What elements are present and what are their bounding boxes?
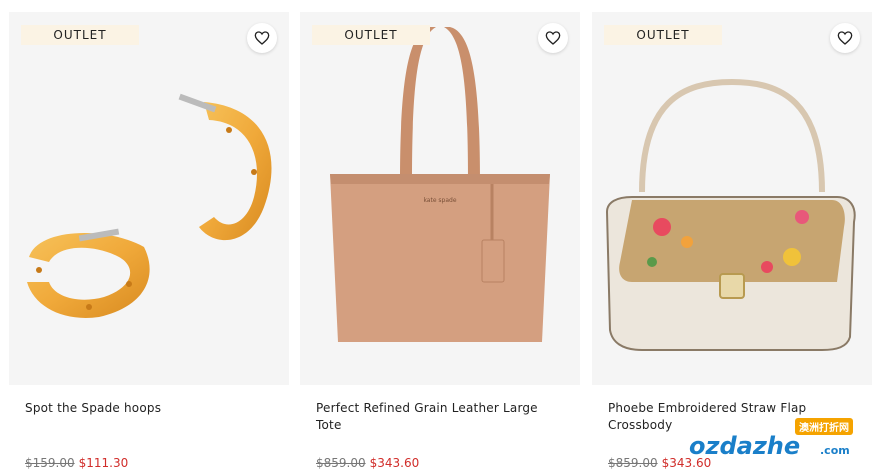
hoop-earrings-image: [27, 93, 272, 318]
watermark-brand: ozdazhe: [689, 432, 801, 460]
original-price: $159.00: [25, 456, 75, 470]
original-price: $859.00: [608, 456, 658, 470]
tote-bag-image: kate spade: [330, 27, 550, 342]
product-price: $159.00 $111.30: [25, 456, 128, 470]
watermark-tag: 澳洲打折网: [795, 418, 853, 435]
product-card[interactable]: kate spade OUTLET Perfect Refined Grain …: [300, 12, 580, 474]
product-image[interactable]: OUTLET: [9, 12, 289, 385]
product-name[interactable]: Spot the Spade hoops: [25, 400, 275, 417]
wishlist-heart-icon[interactable]: [247, 23, 277, 53]
product-name[interactable]: Perfect Refined Grain Leather Large Tote: [316, 400, 566, 434]
product-card[interactable]: OUTLET Phoebe Embroidered Straw Flap Cro…: [592, 12, 872, 474]
sale-price: $111.30: [78, 456, 129, 470]
svg-text:kate spade: kate spade: [423, 197, 456, 204]
product-image[interactable]: OUTLET: [592, 12, 872, 385]
sale-price: $343.60: [369, 456, 420, 470]
product-card[interactable]: OUTLET Spot the Spade hoops $159.00 $111.…: [9, 12, 289, 474]
outlet-badge: OUTLET: [21, 25, 139, 45]
original-price: $859.00: [316, 456, 366, 470]
watermark-domain: .com: [820, 444, 850, 457]
watermark-logo: 澳洲打折网 ozdazhe .com: [689, 418, 859, 466]
product-price: $859.00 $343.60: [316, 456, 419, 470]
wishlist-heart-icon[interactable]: [830, 23, 860, 53]
wishlist-heart-icon[interactable]: [538, 23, 568, 53]
product-image[interactable]: kate spade OUTLET: [300, 12, 580, 385]
outlet-badge: OUTLET: [604, 25, 722, 45]
crossbody-bag-image: [605, 78, 856, 351]
outlet-badge: OUTLET: [312, 25, 430, 45]
